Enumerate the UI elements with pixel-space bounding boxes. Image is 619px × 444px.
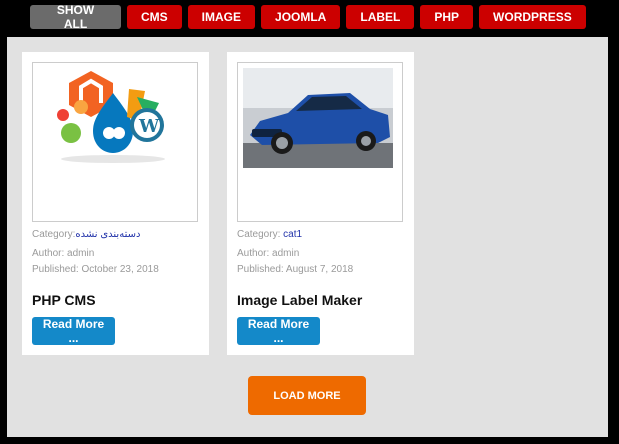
post-title[interactable]: Image Label Maker <box>237 292 362 308</box>
filter-cms[interactable]: CMS <box>127 5 182 29</box>
post-category: Category:دسته‌بندی نشده <box>32 229 141 240</box>
filter-image[interactable]: IMAGE <box>187 5 256 29</box>
post-title[interactable]: PHP CMS <box>32 292 96 308</box>
post-published-date: Published: October 23, 2018 <box>32 264 159 275</box>
category-link[interactable]: cat1 <box>283 229 302 240</box>
post-published-date: Published: August 7, 2018 <box>237 264 354 275</box>
svg-text:W: W <box>138 116 160 137</box>
filter-label[interactable]: LABEL <box>346 5 415 29</box>
cms-logos-icon: W <box>57 71 165 163</box>
read-more-button[interactable]: Read More ... <box>32 317 115 345</box>
read-more-button[interactable]: Read More ... <box>237 317 320 345</box>
filter-php[interactable]: PHP <box>420 5 474 29</box>
load-more-button[interactable]: LOAD MORE <box>248 376 366 415</box>
post-card: Category: cat1 Author: admin Published: … <box>227 52 414 355</box>
post-card: W Category:دسته‌بندی نشده Author: admin … <box>22 52 209 355</box>
car-photo-icon <box>243 68 393 168</box>
post-category: Category: cat1 <box>237 229 303 240</box>
posts-panel: W Category:دسته‌بندی نشده Author: admin … <box>7 37 608 437</box>
filter-show-all[interactable]: SHOW ALL <box>30 3 121 31</box>
post-author: Author: admin <box>237 248 300 259</box>
filter-bar: SHOW ALL CMS IMAGE JOOMLA LABEL PHP WORD… <box>30 3 586 31</box>
category-link[interactable]: دسته‌بندی نشده <box>75 229 140 240</box>
post-author: Author: admin <box>32 248 95 259</box>
filter-wordpress[interactable]: WORDPRESS <box>479 5 586 29</box>
post-thumbnail-cms-logos[interactable]: W <box>32 62 198 222</box>
filter-joomla[interactable]: JOOMLA <box>261 5 341 29</box>
post-thumbnail-car[interactable] <box>237 62 403 222</box>
